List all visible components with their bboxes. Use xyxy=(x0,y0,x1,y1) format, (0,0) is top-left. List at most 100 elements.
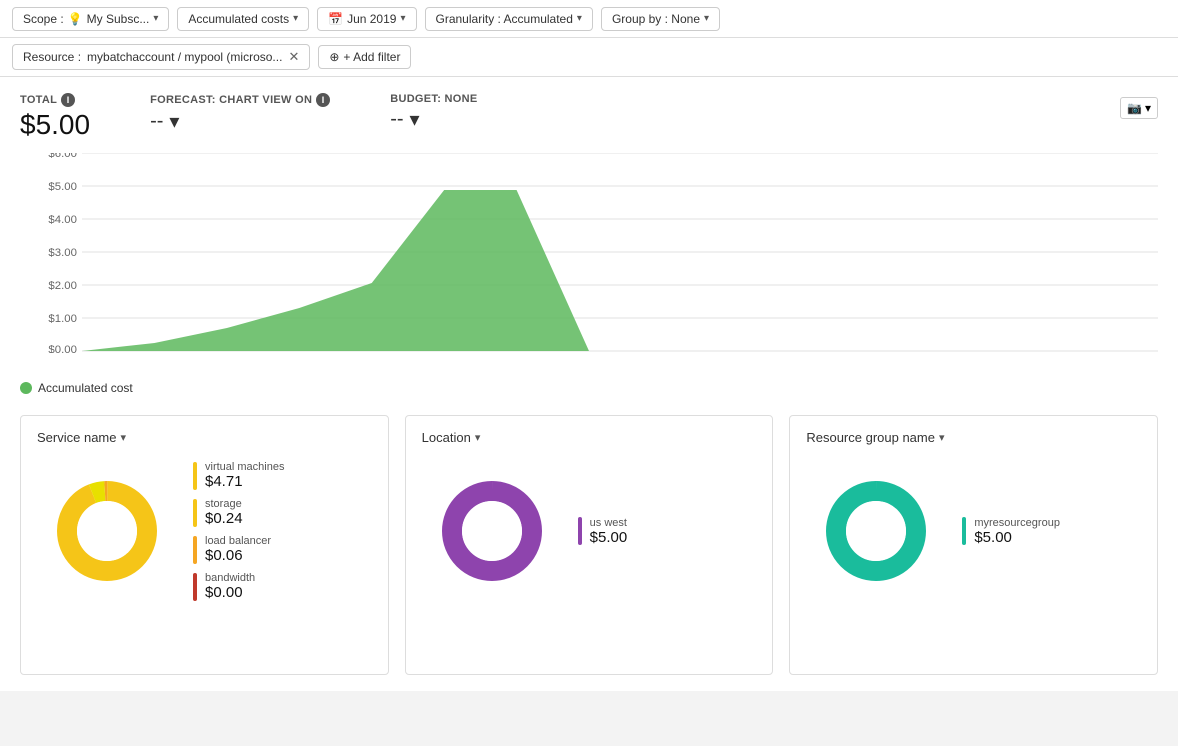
legend-item-label: bandwidth xyxy=(205,572,255,584)
legend-label: Accumulated cost xyxy=(38,381,133,395)
svg-text:$3.00: $3.00 xyxy=(48,247,76,259)
legend-bar-icon xyxy=(193,462,197,490)
svg-text:$6.00: $6.00 xyxy=(48,153,76,160)
total-summary: TOTAL i $5.00 xyxy=(20,93,90,141)
resource-filter-pill[interactable]: Resource : mybatchaccount / mypool (micr… xyxy=(12,44,310,70)
scope-pill[interactable]: Scope : 💡 My Subsc... ▾ xyxy=(12,7,169,31)
add-filter-label: + Add filter xyxy=(343,50,400,64)
top-bar: Scope : 💡 My Subsc... ▾ Accumulated cost… xyxy=(0,0,1178,38)
donut-center xyxy=(77,501,137,561)
date-chevron-icon: ▾ xyxy=(400,13,405,24)
group-by-pill[interactable]: Group by : None ▾ xyxy=(601,7,720,31)
legend-item-1: storage $0.24 xyxy=(193,498,284,527)
legend-bar-icon xyxy=(578,517,582,545)
legend-list-resource-group-name: myresourcegroup $5.00 xyxy=(962,517,1060,546)
filter-row: Resource : mybatchaccount / mypool (micr… xyxy=(0,38,1178,77)
donut-svg-resource-group-name xyxy=(806,461,946,601)
scope-chevron-icon: ▾ xyxy=(153,13,158,24)
legend-item-value: $4.71 xyxy=(205,473,284,490)
scope-value: My Subsc... xyxy=(87,12,150,26)
card-header-chevron-icon: ▾ xyxy=(939,431,945,444)
budget-label: BUDGET: NONE xyxy=(390,93,477,105)
legend-item-3: bandwidth $0.00 xyxy=(193,572,284,601)
resource-close-icon[interactable]: ✕ xyxy=(288,49,299,65)
legend-item-label: load balancer xyxy=(205,535,271,547)
donut-svg-location xyxy=(422,461,562,601)
chart-legend: Accumulated cost xyxy=(20,381,1158,395)
card-resource-group-name: Resource group name ▾ myresourcegroup $5… xyxy=(789,415,1158,675)
legend-item-label: storage xyxy=(205,498,243,510)
legend-item-0: myresourcegroup $5.00 xyxy=(962,517,1060,546)
legend-item-0: virtual machines $4.71 xyxy=(193,461,284,490)
svg-text:$1.00: $1.00 xyxy=(48,313,76,325)
total-info-icon: i xyxy=(61,93,75,107)
date-label: Jun 2019 xyxy=(347,12,396,26)
legend-item-0: us west $5.00 xyxy=(578,517,628,546)
card-body-service-name: virtual machines $4.71 storage $0.24 loa… xyxy=(37,461,372,601)
legend-item-value: $5.00 xyxy=(974,529,1060,546)
total-label: TOTAL xyxy=(20,94,57,106)
forecast-label: FORECAST: CHART VIEW ON xyxy=(150,94,312,106)
legend-item-value: $0.06 xyxy=(205,547,271,564)
svg-text:$0.00: $0.00 xyxy=(48,344,76,353)
granularity-label: Granularity : Accumulated xyxy=(436,12,573,26)
card-header-resource-group-name[interactable]: Resource group name ▾ xyxy=(806,430,1141,445)
legend-dot-icon xyxy=(20,382,32,394)
total-value: $5.00 xyxy=(20,109,90,141)
cost-chart: $6.00 $5.00 $4.00 $3.00 $2.00 $1.00 $0.0… xyxy=(20,153,1158,353)
card-service-name: Service name ▾ virtual machines $4.71 st… xyxy=(20,415,389,675)
legend-item-value: $0.00 xyxy=(205,584,255,601)
forecast-summary: FORECAST: CHART VIEW ON i -- ▾ xyxy=(150,93,330,134)
date-pill[interactable]: 📅 Jun 2019 ▾ xyxy=(317,7,416,31)
accumulated-costs-label: Accumulated costs xyxy=(188,12,289,26)
group-by-label: Group by : None xyxy=(612,12,700,26)
card-header-service-name[interactable]: Service name ▾ xyxy=(37,430,372,445)
card-body-location: us west $5.00 xyxy=(422,461,757,601)
add-filter-icon: ⊕ xyxy=(329,50,339,64)
legend-item-2: load balancer $0.06 xyxy=(193,535,284,564)
legend-list-location: us west $5.00 xyxy=(578,517,628,546)
legend-list-service-name: virtual machines $4.71 storage $0.24 loa… xyxy=(193,461,284,601)
forecast-chevron-icon[interactable]: ▾ xyxy=(169,109,179,134)
export-icon: 📷 xyxy=(1127,101,1142,115)
card-header-location[interactable]: Location ▾ xyxy=(422,430,757,445)
budget-chevron-icon[interactable]: ▾ xyxy=(410,107,420,132)
accumulated-costs-pill[interactable]: Accumulated costs ▾ xyxy=(177,7,309,31)
forecast-info-icon: i xyxy=(316,93,330,107)
chart-area: $6.00 $5.00 $4.00 $3.00 $2.00 $1.00 $0.0… xyxy=(20,153,1158,373)
granularity-pill[interactable]: Granularity : Accumulated ▾ xyxy=(425,7,593,31)
add-filter-button[interactable]: ⊕ + Add filter xyxy=(318,45,411,69)
resource-value: mybatchaccount / mypool (microso... xyxy=(87,50,282,64)
legend-item-label: virtual machines xyxy=(205,461,284,473)
svg-text:$4.00: $4.00 xyxy=(48,214,76,226)
card-location: Location ▾ us west $5.00 xyxy=(405,415,774,675)
card-header-chevron-icon: ▾ xyxy=(475,431,481,444)
svg-text:$2.00: $2.00 xyxy=(48,280,76,292)
scope-label: Scope : xyxy=(23,12,64,26)
donut-resource-group-name xyxy=(806,461,946,601)
legend-bar-icon xyxy=(962,517,966,545)
card-header-chevron-icon: ▾ xyxy=(120,431,126,444)
card-header-label: Location xyxy=(422,430,471,445)
chart-export-button[interactable]: 📷 ▾ xyxy=(1120,97,1158,119)
cards-row: Service name ▾ virtual machines $4.71 st… xyxy=(20,415,1158,675)
scope-icon: 💡 xyxy=(68,12,83,26)
resource-label: Resource : xyxy=(23,50,81,64)
legend-item-value: $5.00 xyxy=(590,529,628,546)
legend-item-label: us west xyxy=(590,517,628,529)
legend-bar-icon xyxy=(193,499,197,527)
calendar-icon: 📅 xyxy=(328,12,343,26)
donut-center xyxy=(462,501,522,561)
card-header-label: Service name xyxy=(37,430,116,445)
summary-row: TOTAL i $5.00 FORECAST: CHART VIEW ON i … xyxy=(20,93,1158,141)
budget-summary: BUDGET: NONE -- ▾ xyxy=(390,93,477,132)
legend-item-value: $0.24 xyxy=(205,510,243,527)
donut-center xyxy=(846,501,906,561)
granularity-chevron-icon: ▾ xyxy=(577,13,582,24)
group-by-chevron-icon: ▾ xyxy=(704,13,709,24)
main-content: TOTAL i $5.00 FORECAST: CHART VIEW ON i … xyxy=(0,77,1178,691)
legend-bar-icon xyxy=(193,573,197,601)
legend-bar-icon xyxy=(193,536,197,564)
legend-item-label: myresourcegroup xyxy=(974,517,1060,529)
card-header-label: Resource group name xyxy=(806,430,935,445)
